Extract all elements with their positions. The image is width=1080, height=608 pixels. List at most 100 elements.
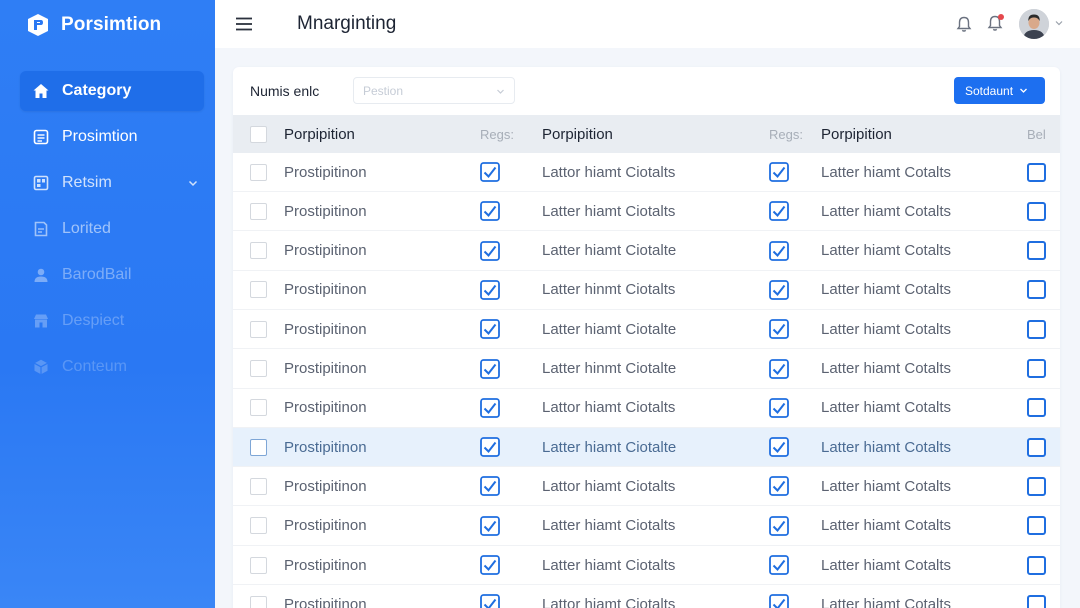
- primary-action-label: Sotdaunt: [965, 83, 1014, 98]
- table-row[interactable]: Prostipitinon Latter hiamt Ciotalts Latt…: [233, 546, 1060, 585]
- column-header[interactable]: Porpipition: [821, 126, 892, 143]
- row-toggle-checkbox[interactable]: [1027, 359, 1046, 378]
- row-detail: Latter hiamt Cotalts: [821, 360, 952, 377]
- row-toggle-checkbox[interactable]: [1027, 319, 1046, 339]
- row-checkbox[interactable]: [250, 163, 267, 181]
- checked-checkbox-icon[interactable]: [480, 397, 500, 418]
- row-checkbox[interactable]: [250, 320, 267, 338]
- checked-checkbox-icon[interactable]: [769, 476, 789, 497]
- bell-icon[interactable]: [955, 15, 973, 33]
- row-checkbox[interactable]: [250, 202, 267, 220]
- table-row[interactable]: Prostipitinon Latter hiamt Ciotalts Latt…: [233, 507, 1060, 546]
- row-toggle-checkbox[interactable]: [1027, 555, 1046, 575]
- sidebar-item-despiect[interactable]: Despiect: [20, 301, 204, 341]
- row-description: Latter hiamt Ciotalts: [542, 517, 676, 535]
- checked-checkbox-icon[interactable]: [769, 279, 789, 300]
- sidebar-item-prosimtion[interactable]: Prosimtion: [20, 117, 204, 157]
- row-name: Prostipitinon: [284, 163, 367, 181]
- checked-checkbox-icon[interactable]: [769, 397, 789, 418]
- row-checkbox[interactable]: [250, 595, 267, 608]
- checked-checkbox-icon[interactable]: [769, 240, 789, 261]
- sidebar-item-barodbail[interactable]: BarodBail: [20, 255, 204, 295]
- checked-checkbox-icon[interactable]: [480, 319, 500, 340]
- row-toggle-checkbox[interactable]: [1027, 516, 1046, 536]
- row-detail: Latter hiamt Cotalts: [821, 242, 952, 260]
- column-header[interactable]: Bel: [1027, 127, 1046, 142]
- row-toggle-checkbox[interactable]: [1027, 398, 1046, 418]
- table-row[interactable]: Prostipitinon Latter hinmt Ciotalte Latt…: [233, 350, 1060, 389]
- row-checkbox[interactable]: [250, 360, 267, 377]
- checked-checkbox-icon[interactable]: [769, 201, 789, 222]
- checked-checkbox-icon[interactable]: [480, 515, 500, 536]
- sidebar-item-lorited[interactable]: Lorited: [20, 209, 204, 249]
- checked-checkbox-icon[interactable]: [480, 240, 500, 261]
- checked-checkbox-icon[interactable]: [769, 594, 789, 608]
- row-toggle-checkbox[interactable]: [1027, 437, 1046, 457]
- checked-checkbox-icon[interactable]: [480, 162, 500, 182]
- checked-checkbox-icon[interactable]: [769, 319, 789, 340]
- row-checkbox[interactable]: [250, 438, 267, 456]
- row-description: Lattor hiamt Ciotalts: [542, 163, 676, 181]
- column-header[interactable]: Regs:: [480, 127, 514, 142]
- row-description: Lattor hiamt Ciotalts: [542, 595, 676, 608]
- row-toggle-checkbox[interactable]: [1027, 476, 1046, 496]
- row-toggle-checkbox[interactable]: [1027, 241, 1046, 261]
- sidebar-item-conteum[interactable]: Conteum: [20, 347, 204, 387]
- filter-select-placeholder: Pestion: [363, 84, 404, 98]
- checked-checkbox-icon[interactable]: [480, 555, 500, 575]
- column-header[interactable]: Porpipition: [284, 126, 355, 143]
- row-checkbox[interactable]: [250, 477, 267, 495]
- checked-checkbox-icon[interactable]: [480, 358, 500, 379]
- table-row[interactable]: Prostipitinon Latter hiamt Ciotalte Latt…: [233, 428, 1060, 468]
- table-row[interactable]: Prostipitinon Latter hinmt Ciotalts Latt…: [233, 271, 1060, 310]
- row-name: Prostipitinon: [284, 320, 367, 338]
- chevron-down-icon[interactable]: [188, 178, 198, 188]
- table-header: Porpipition Regs: Porpipition Regs: Porp…: [233, 115, 1060, 153]
- checked-checkbox-icon[interactable]: [480, 437, 500, 457]
- row-toggle-checkbox[interactable]: [1027, 201, 1046, 221]
- row-description: Lattor hiamt Ciotalts: [542, 477, 676, 495]
- checked-checkbox-icon[interactable]: [769, 162, 789, 182]
- row-toggle-checkbox[interactable]: [1027, 162, 1046, 182]
- avatar[interactable]: [1019, 9, 1049, 39]
- sidebar-item-label: Lorited: [62, 220, 111, 237]
- column-header[interactable]: Regs:: [769, 127, 803, 142]
- hamburger-menu-icon[interactable]: [234, 14, 254, 34]
- brand[interactable]: Porsimtion: [26, 12, 161, 38]
- row-checkbox[interactable]: [250, 242, 267, 260]
- checked-checkbox-icon[interactable]: [769, 515, 789, 536]
- table-row[interactable]: Prostipitinon Latter hiamt Ciotalts Latt…: [233, 192, 1060, 232]
- checked-checkbox-icon[interactable]: [480, 476, 500, 497]
- table-row[interactable]: Prostipitinon Lattor hiamt Ciotalts Latt…: [233, 467, 1060, 507]
- table-row[interactable]: Prostipitinon Latter hiamt Ciotalte Latt…: [233, 232, 1060, 271]
- row-description: Latter hiamt Ciotalte: [542, 438, 677, 456]
- checked-checkbox-icon[interactable]: [480, 279, 500, 300]
- select-all-checkbox[interactable]: [250, 125, 267, 143]
- column-header[interactable]: Porpipition: [542, 126, 613, 143]
- row-toggle-checkbox[interactable]: [1027, 280, 1046, 300]
- row-checkbox[interactable]: [250, 556, 267, 574]
- row-checkbox[interactable]: [250, 399, 267, 417]
- table-row[interactable]: Prostipitinon Lattor hiamt Ciotalts Latt…: [233, 585, 1060, 608]
- row-detail: Latter hiamt Cotalts: [821, 517, 952, 535]
- brand-logo-icon: [28, 14, 48, 36]
- checked-checkbox-icon[interactable]: [480, 201, 500, 222]
- row-checkbox[interactable]: [250, 281, 267, 299]
- filter-select[interactable]: Pestion: [353, 77, 515, 104]
- checked-checkbox-icon[interactable]: [480, 594, 500, 608]
- primary-action-button[interactable]: Sotdaunt: [954, 77, 1045, 104]
- table-row[interactable]: Prostipitinon Latter hiamt Ciotalte Latt…: [233, 310, 1060, 350]
- checked-checkbox-icon[interactable]: [769, 358, 789, 379]
- table-row[interactable]: Prostipitinon Lattor hiamt Ciotalts Latt…: [233, 389, 1060, 428]
- row-checkbox[interactable]: [250, 517, 267, 535]
- checked-checkbox-icon[interactable]: [769, 437, 789, 457]
- sidebar-item-label: Despiect: [62, 312, 125, 329]
- checked-checkbox-icon[interactable]: [769, 555, 789, 575]
- table-row[interactable]: Prostipitinon Lattor hiamt Ciotalts Latt…: [233, 153, 1060, 192]
- home-icon: [32, 82, 50, 100]
- sidebar-item-retsim[interactable]: Retsim: [20, 163, 204, 203]
- chevron-down-icon[interactable]: [1055, 19, 1063, 27]
- row-toggle-checkbox[interactable]: [1027, 594, 1046, 608]
- row-name: Prostipitinon: [284, 360, 367, 377]
- sidebar-item-category[interactable]: Category: [20, 71, 204, 111]
